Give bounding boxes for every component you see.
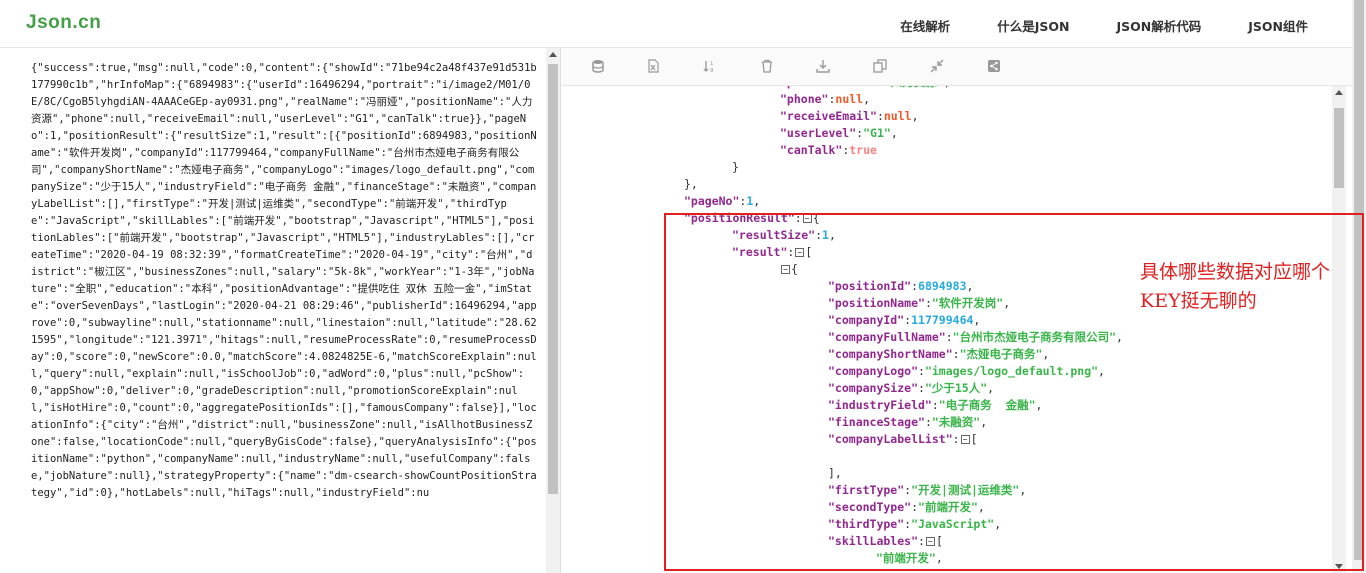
nav-json-components[interactable]: JSON组件: [1248, 16, 1308, 35]
tree-line: "phone":null,: [780, 92, 871, 106]
tree-scroll-thumb[interactable]: [1334, 108, 1344, 188]
svg-text:1: 1: [710, 61, 714, 67]
tree-line: "receiveEmail":null,: [780, 109, 919, 123]
share-icon[interactable]: [987, 59, 1001, 73]
download-icon[interactable]: [816, 59, 830, 73]
annotation-text: 具体哪些数据对应哪个KEY挺无聊的: [1140, 261, 1331, 312]
nav-online-parse[interactable]: 在线解析: [900, 16, 950, 35]
tree-toolbar: 19: [562, 48, 1352, 86]
scroll-up-arrow-icon[interactable]: [1335, 90, 1343, 95]
tree-line: }: [732, 160, 739, 174]
tree-line: },: [684, 177, 698, 191]
excel-icon[interactable]: [646, 59, 660, 73]
tree-line: "pageNo":1,: [684, 194, 761, 208]
database-icon[interactable]: [591, 59, 605, 73]
svg-text:9: 9: [710, 68, 714, 73]
nav-what-is-json[interactable]: 什么是JSON: [997, 16, 1069, 35]
raw-json-scroll-thumb[interactable]: [548, 64, 558, 494]
scroll-up-arrow-icon[interactable]: [549, 52, 557, 57]
copy-icon[interactable]: [873, 59, 887, 73]
compress-icon[interactable]: [930, 59, 944, 73]
top-nav: 在线解析 什么是JSON JSON解析代码 JSON组件: [853, 16, 1308, 35]
tree-line: "userLevel":"G1",: [780, 126, 898, 140]
site-logo[interactable]: Json.cn: [26, 12, 101, 34]
tree-line: "canTalk":true: [780, 143, 877, 157]
header: Json.cn 在线解析 什么是JSON JSON解析代码 JSON组件: [0, 0, 1366, 48]
nav-json-code[interactable]: JSON解析代码: [1117, 16, 1202, 35]
trash-icon[interactable]: [760, 59, 774, 73]
sort-icon[interactable]: 19: [703, 59, 717, 73]
raw-json-panel: {"success":true,"msg":null,"code":0,"con…: [0, 48, 561, 573]
raw-json-scrollbar[interactable]: [546, 48, 560, 573]
raw-json-textarea[interactable]: {"success":true,"msg":null,"code":0,"con…: [31, 60, 537, 502]
